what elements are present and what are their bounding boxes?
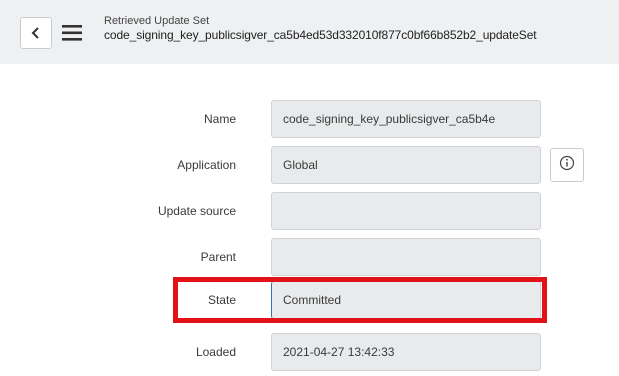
parent-label: Parent: [200, 250, 236, 264]
back-button[interactable]: [20, 17, 52, 49]
state-field[interactable]: Committed: [271, 281, 541, 319]
state-label: State: [207, 293, 236, 307]
form-row-state: State Committed: [0, 281, 619, 319]
application-info-button[interactable]: [550, 148, 584, 182]
form-row-application: Application Global: [0, 146, 619, 184]
header-text: Retrieved Update Set code_signing_key_pu…: [104, 15, 537, 43]
update-source-field[interactable]: [271, 192, 541, 230]
info-circle-icon: [559, 155, 575, 176]
application-field[interactable]: Global: [271, 146, 541, 184]
update-source-label: Update source: [157, 204, 236, 218]
record-title: code_signing_key_publicsigver_ca5b4ed53d…: [104, 28, 537, 42]
header-bar: Retrieved Update Set code_signing_key_pu…: [0, 0, 619, 64]
form-row-name: Name code_signing_key_publicsigver_ca5b4…: [0, 100, 619, 138]
loaded-field[interactable]: 2021-04-27 13:42:33: [271, 333, 541, 371]
loaded-label: Loaded: [195, 345, 236, 359]
name-field[interactable]: code_signing_key_publicsigver_ca5b4e: [271, 100, 541, 138]
name-label: Name: [203, 112, 236, 126]
parent-field[interactable]: [271, 238, 541, 276]
form-row-parent: Parent: [0, 238, 619, 276]
application-label: Application: [177, 158, 236, 172]
chevron-left-icon: [30, 26, 42, 40]
form-row-loaded: Loaded 2021-04-27 13:42:33: [0, 333, 619, 371]
hamburger-menu-icon[interactable]: [62, 23, 88, 43]
record-type-label: Retrieved Update Set: [104, 15, 210, 27]
form-row-update-source: Update source: [0, 192, 619, 230]
